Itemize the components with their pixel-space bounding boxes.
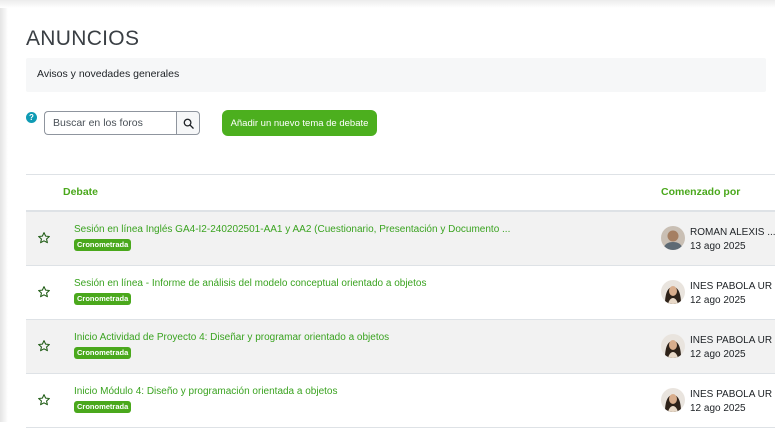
avatar[interactable] bbox=[661, 280, 685, 304]
discussion-link[interactable]: Sesión en línea Inglés GA4-I2-240202501-… bbox=[74, 224, 510, 235]
table-row: Inicio Actividad de Proyecto 4: Diseñar … bbox=[26, 320, 775, 374]
table-row: Inicio Módulo 4: Diseño y programación o… bbox=[26, 374, 775, 428]
window-shadow-left bbox=[0, 0, 8, 422]
window-shadow-top bbox=[0, 0, 775, 8]
forum-description: Avisos y novedades generales bbox=[26, 58, 766, 92]
search-input[interactable] bbox=[44, 111, 176, 135]
table-row: Sesión en línea Inglés GA4-I2-240202501-… bbox=[26, 212, 775, 266]
page-title: ANUNCIOS bbox=[26, 27, 140, 50]
avatar[interactable] bbox=[661, 388, 685, 412]
discussion-link[interactable]: Sesión en línea - Informe de análisis de… bbox=[74, 278, 426, 289]
user-avatar-icon bbox=[661, 388, 685, 412]
avatar[interactable] bbox=[661, 226, 685, 250]
post-date: 12 ago 2025 bbox=[690, 349, 746, 360]
user-avatar-icon bbox=[661, 280, 685, 304]
avatar[interactable] bbox=[661, 334, 685, 358]
timed-badge: Cronometrada bbox=[74, 239, 132, 251]
discussion-link[interactable]: Inicio Módulo 4: Diseño y programación o… bbox=[74, 386, 338, 397]
column-header-started-by[interactable]: Comenzado por bbox=[661, 186, 740, 198]
column-header-debate[interactable]: Debate bbox=[63, 186, 98, 198]
search-icon bbox=[183, 118, 194, 129]
post-date: 12 ago 2025 bbox=[690, 295, 746, 306]
post-date: 12 ago 2025 bbox=[690, 403, 746, 414]
timed-badge: Cronometrada bbox=[74, 347, 132, 359]
star-icon[interactable] bbox=[37, 339, 51, 353]
user-avatar-icon bbox=[661, 226, 685, 250]
table-header: Debate Comenzado por bbox=[26, 174, 775, 212]
forum-search bbox=[44, 111, 200, 135]
discussion-table: Debate Comenzado por Sesión en línea Ing… bbox=[26, 174, 775, 428]
star-icon[interactable] bbox=[37, 393, 51, 407]
star-icon[interactable] bbox=[37, 285, 51, 299]
author-name[interactable]: INES PABOLA UR bbox=[690, 389, 775, 400]
post-date: 13 ago 2025 bbox=[690, 241, 746, 252]
add-discussion-button[interactable]: Añadir un nuevo tema de debate bbox=[222, 110, 377, 136]
table-row: Sesión en línea - Informe de análisis de… bbox=[26, 266, 775, 320]
timed-badge: Cronometrada bbox=[74, 401, 132, 413]
author-name[interactable]: INES PABOLA UR bbox=[690, 281, 775, 292]
question-circle-icon[interactable]: ? bbox=[26, 112, 37, 123]
forum-page: ANUNCIOS Avisos y novedades generales ? … bbox=[0, 0, 775, 428]
author-name[interactable]: INES PABOLA UR bbox=[690, 335, 775, 346]
search-button[interactable] bbox=[176, 111, 200, 135]
user-avatar-icon bbox=[661, 334, 685, 358]
forum-description-text: Avisos y novedades generales bbox=[37, 68, 180, 80]
author-name[interactable]: ROMAN ALEXIS ... bbox=[690, 227, 775, 238]
discussion-link[interactable]: Inicio Actividad de Proyecto 4: Diseñar … bbox=[74, 332, 389, 343]
star-icon[interactable] bbox=[37, 231, 51, 245]
timed-badge: Cronometrada bbox=[74, 293, 132, 305]
